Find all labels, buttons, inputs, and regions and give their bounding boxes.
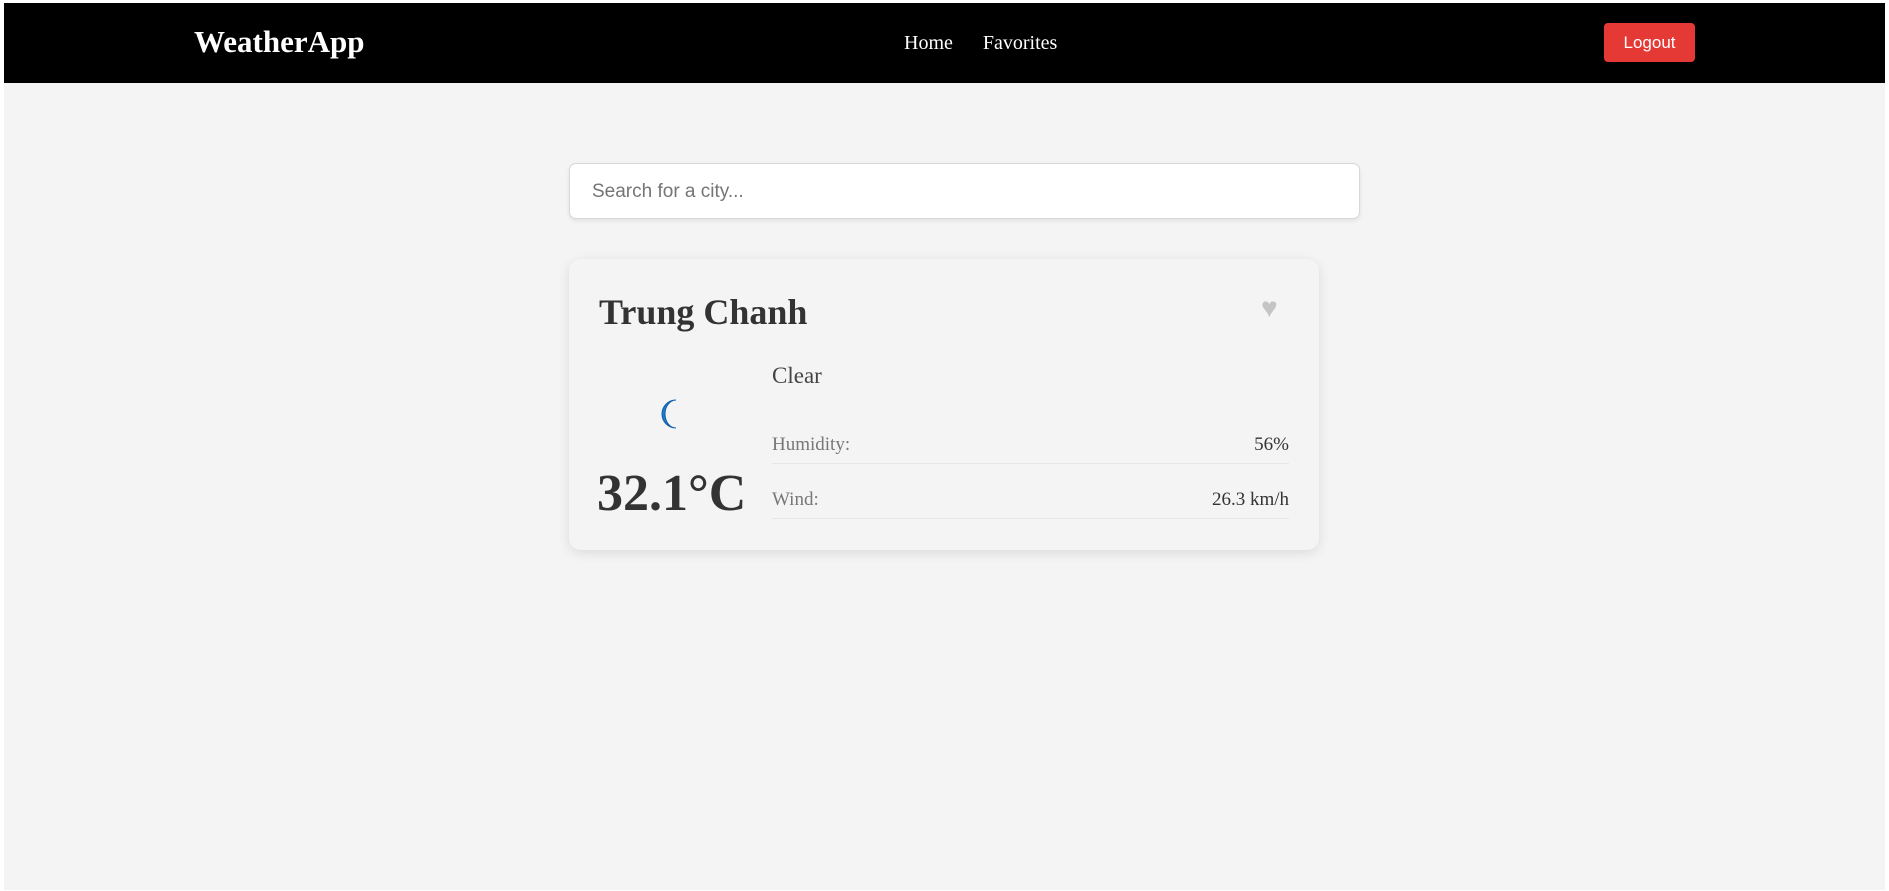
moon-icon bbox=[661, 399, 677, 429]
logout-button[interactable]: Logout bbox=[1604, 23, 1695, 62]
nav-links: Home Favorites bbox=[904, 31, 1057, 55]
wind-value: 26.3 km/h bbox=[1211, 489, 1289, 510]
navbar: WeatherApp Home Favorites Logout bbox=[4, 3, 1885, 83]
search-box bbox=[569, 163, 1360, 220]
temperature: 32.1°C bbox=[597, 465, 747, 522]
weather-condition: Clear bbox=[772, 363, 822, 388]
humidity-row: Humidity: 56% bbox=[772, 427, 1289, 464]
nav-link-favorites[interactable]: Favorites bbox=[983, 31, 1057, 55]
wind-label: Wind: bbox=[772, 489, 819, 510]
heart-icon[interactable]: ♥ bbox=[1261, 293, 1278, 325]
app-viewport: WeatherApp Home Favorites Logout Trung C… bbox=[4, 3, 1885, 890]
humidity-label: Humidity: bbox=[772, 434, 851, 455]
wind-row: Wind: 26.3 km/h bbox=[772, 482, 1289, 519]
search-input[interactable] bbox=[590, 164, 1344, 220]
brand-logo[interactable]: WeatherApp bbox=[194, 23, 365, 61]
weather-card: Trung Chanh ♥ 32.1°C Clear Humidity: 56%… bbox=[569, 259, 1319, 550]
city-name: Trung Chanh bbox=[599, 292, 808, 332]
humidity-value: 56% bbox=[1254, 434, 1289, 455]
nav-link-home[interactable]: Home bbox=[904, 31, 953, 55]
